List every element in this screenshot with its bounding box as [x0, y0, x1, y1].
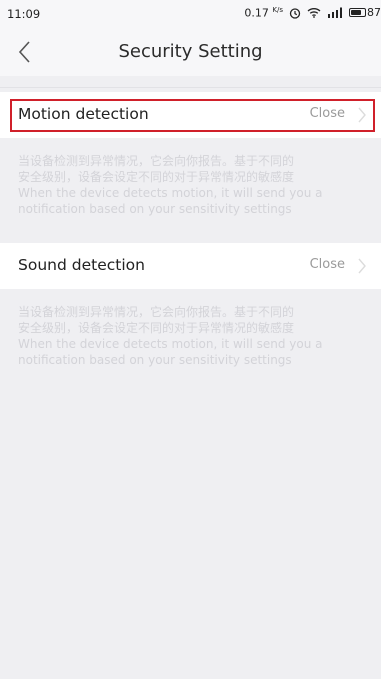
sound-detection-value: Close	[309, 257, 345, 272]
sound-detection-row[interactable]: Sound detection Close	[0, 243, 381, 289]
network-speed-unit: K/s	[272, 6, 283, 14]
description-line: 安全级别，设备会设定不同的对于异常情况的敏感度	[18, 321, 295, 335]
status-bar: 11:09 0.17 K/s 87	[0, 0, 381, 28]
status-time: 11:09	[7, 7, 41, 21]
network-speed: 0.17 K/s	[244, 6, 283, 20]
chevron-right-icon	[357, 106, 367, 128]
description-line: When the device detects motion, it will …	[18, 337, 323, 351]
motion-detection-description: 当设备检测到异常情况，它会向你报告。基于不同的 安全级别，设备会设定不同的对于异…	[18, 153, 368, 217]
sound-detection-label: Sound detection	[18, 256, 145, 274]
nav-bar: Security Setting	[0, 28, 381, 76]
motion-detection-row[interactable]: Motion detection Close	[0, 92, 381, 138]
alarm-clock-icon	[289, 7, 301, 19]
description-line: 安全级别，设备会设定不同的对于异常情况的敏感度	[18, 170, 295, 184]
nav-divider	[0, 87, 381, 88]
battery-fill	[351, 10, 361, 16]
wifi-icon	[307, 7, 321, 19]
description-line: When the device detects motion, it will …	[18, 186, 323, 200]
description-line: 当设备检测到异常情况，它会向你报告。基于不同的	[18, 305, 295, 319]
battery-level: 87	[367, 6, 381, 20]
page-title: Security Setting	[118, 41, 263, 62]
description-line: 当设备检测到异常情况，它会向你报告。基于不同的	[18, 154, 295, 168]
sound-detection-description: 当设备检测到异常情况，它会向你报告。基于不同的 安全级别，设备会设定不同的对于异…	[18, 304, 368, 368]
description-line: notification based on your sensitivity s…	[18, 353, 292, 367]
description-line: notification based on your sensitivity s…	[18, 202, 292, 216]
motion-detection-label: Motion detection	[18, 105, 149, 123]
network-speed-value: 0.17	[244, 6, 269, 20]
battery-icon	[349, 8, 366, 18]
motion-detection-value: Close	[309, 106, 345, 121]
battery: 87	[349, 6, 381, 19]
status-icons: 0.17 K/s 87	[244, 6, 381, 20]
cellular-signal-icon	[327, 7, 343, 19]
chevron-right-icon	[357, 257, 367, 279]
